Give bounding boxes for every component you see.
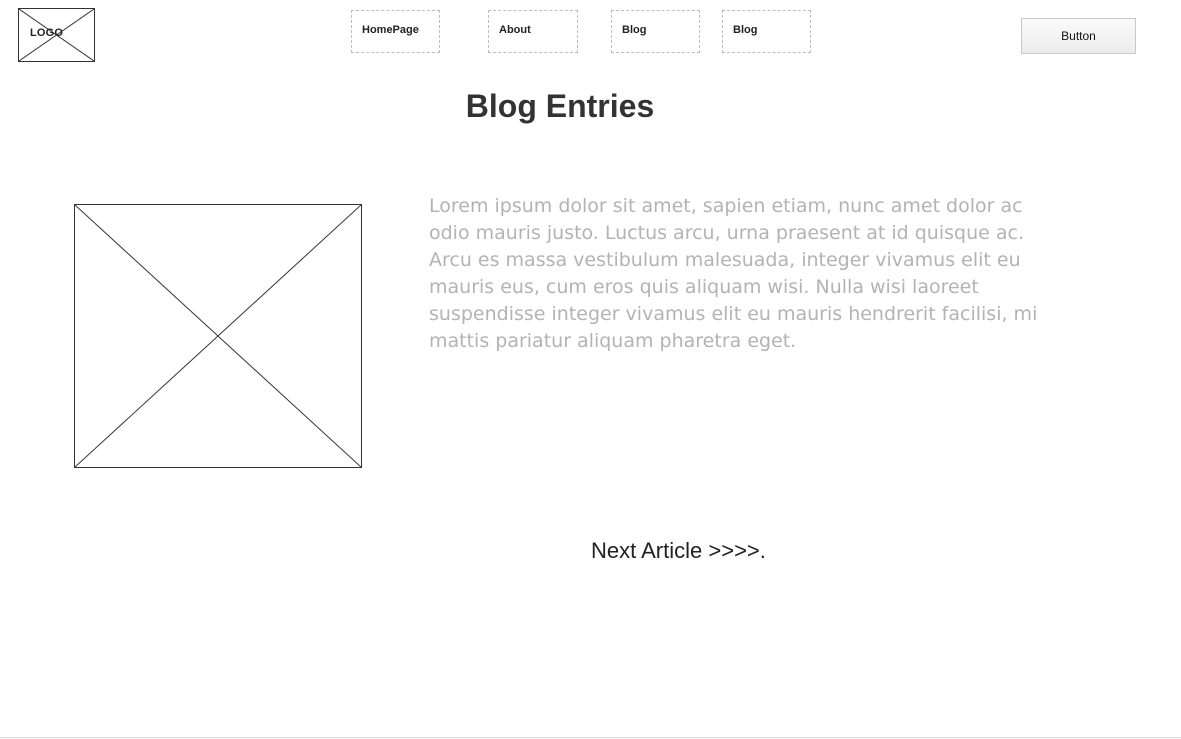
nav-item-about[interactable]: About [488,10,578,53]
page-title: Blog Entries [465,88,655,124]
blog-image-placeholder [74,204,362,468]
nav-item-blog[interactable]: Blog [611,10,700,53]
blog-entry-text: Lorem ipsum dolor sit amet, sapien etiam… [429,195,1038,352]
bottom-divider [0,737,1181,738]
header-button[interactable]: Button [1021,18,1136,54]
nav-item-blog-2[interactable]: Blog [722,10,811,53]
next-article-link[interactable]: Next Article >>>>. [591,537,766,565]
logo[interactable]: LOGO [18,8,95,62]
nav-item-homepage[interactable]: HomePage [351,10,440,53]
logo-text: LOGO [30,27,64,39]
image-placeholder-icon [75,205,361,467]
